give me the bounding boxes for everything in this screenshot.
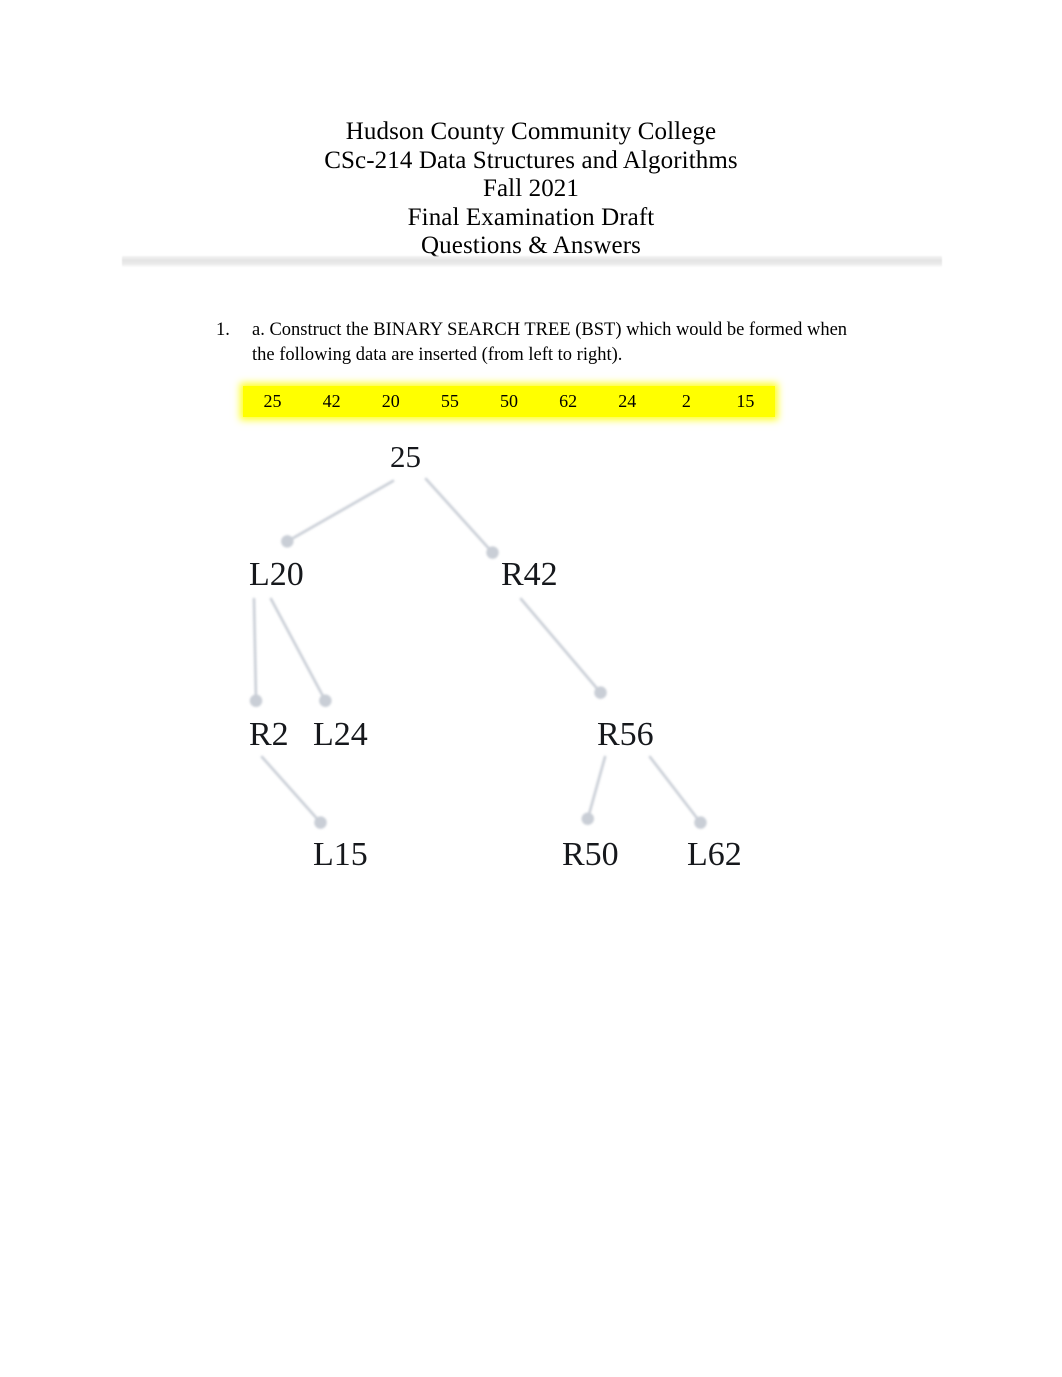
data-sequence-value: 15 [736, 391, 755, 411]
document-header: Hudson County Community College CSc-214 … [0, 118, 1062, 261]
document-page: Hudson County Community College CSc-214 … [0, 0, 1062, 1377]
tree-node-root: 25 [390, 439, 421, 474]
data-sequence-value: 24 [618, 391, 637, 411]
tree-edge-root-to-n20 [281, 479, 395, 548]
tree-node-n50: R50 [562, 836, 619, 873]
header-line-exam: Final Examination Draft [407, 203, 655, 231]
tree-node-n2: R2 [249, 716, 289, 753]
header-line-college: Hudson County Community College [345, 118, 717, 145]
data-sequence-highlight: 25 42 20 55 50 62 24 2 15 [243, 386, 775, 417]
tree-edge-n42-to-n56 [519, 597, 607, 699]
tree-node-n42: R42 [501, 556, 558, 593]
question-item-1: 1. a. Construct the BINARY SEARCH TREE (… [216, 318, 936, 368]
tree-edge-n20-to-n24 [269, 597, 332, 707]
tree-node-n56: R56 [597, 716, 654, 753]
tree-edge-n2-to-n15 [260, 755, 327, 829]
data-sequence-value: 62 [559, 391, 578, 411]
tree-edge-n20-to-n2 [249, 597, 263, 708]
data-sequence-value: 55 [440, 391, 459, 411]
data-sequence-value: 20 [381, 391, 400, 411]
data-sequence-value: 50 [499, 391, 518, 411]
tree-node-n15: L15 [313, 836, 368, 873]
tree-node-n62: L62 [687, 836, 742, 873]
data-sequence-values: 25 42 20 55 50 62 24 2 15 [243, 386, 775, 417]
data-sequence-value: 2 [681, 391, 691, 411]
tree-node-n24: L24 [313, 716, 368, 753]
data-sequence-value: 42 [322, 391, 341, 411]
tree-edge-n56-to-n62 [648, 755, 707, 829]
data-sequence-value: 25 [263, 391, 282, 411]
header-divider [122, 256, 942, 267]
question-text: a. Construct the BINARY SEARCH TREE (BST… [252, 318, 936, 368]
question-number: 1. [216, 320, 230, 340]
tree-edge-root-to-n42 [424, 477, 499, 559]
header-line-course: CSc-214 Data Structures and Algorithms [324, 146, 738, 174]
header-line-term: Fall 2021 [482, 175, 580, 202]
question-text-line-1: a. Construct the BINARY SEARCH TREE (BST… [252, 320, 848, 340]
tree-node-n20: L20 [249, 556, 304, 593]
tree-edge-n56-to-n50 [581, 755, 607, 825]
question-text-line-2: the following data are inserted (from le… [252, 345, 623, 365]
